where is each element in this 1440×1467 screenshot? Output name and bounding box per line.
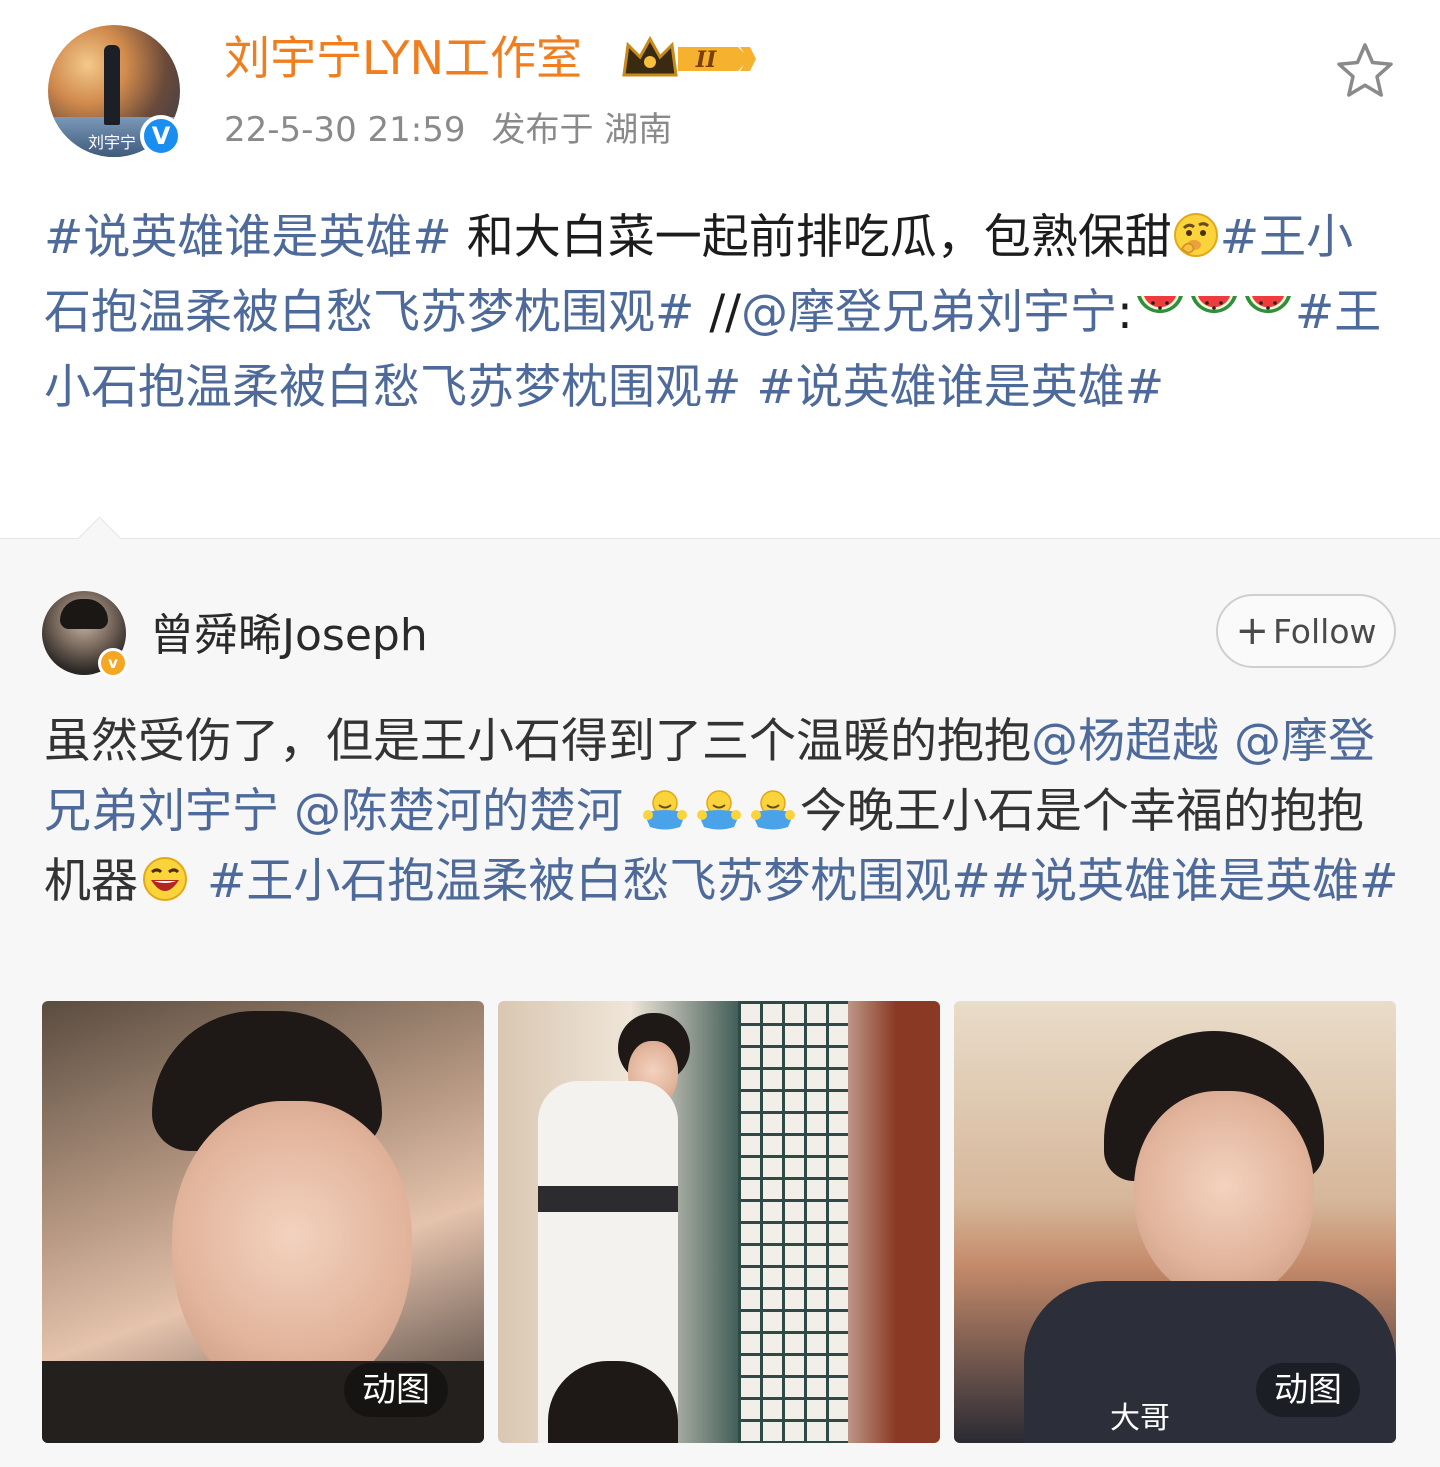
retweet-notch	[77, 516, 122, 561]
image-belt	[538, 1186, 678, 1212]
gif-thumbnail[interactable]	[498, 1001, 940, 1443]
image-robe	[1024, 1281, 1396, 1443]
plus-icon: +	[1235, 608, 1269, 654]
topic-link[interactable]: #说英雄谁是英雄#	[991, 854, 1399, 909]
post-text: #说英雄谁是英雄# 和大白菜一起前排吃瓜，包熟保甜 #王小石抱温柔被白愁飞苏梦枕…	[44, 200, 1400, 425]
avatar-hair	[60, 599, 108, 629]
follow-label: Follow	[1273, 611, 1377, 651]
image-lattice-door	[738, 1001, 848, 1443]
topic-link[interactable]: #王小石抱温柔被白愁飞苏梦枕围观#	[207, 854, 991, 909]
gif-thumbnail[interactable]: 大哥 动图	[954, 1001, 1396, 1443]
avatar-signature: 刘宇宁	[88, 133, 137, 152]
member-crown-badge-icon[interactable]: II	[620, 35, 756, 83]
retweet-text: 虽然受伤了，但是王小石得到了三个温暖的抱抱@杨超越 @摩登兄弟刘宇宁 @陈楚河的…	[44, 707, 1400, 917]
hug-emoji-icon	[696, 790, 741, 830]
author-name[interactable]: 刘宇宁LYN工作室	[224, 30, 582, 86]
post-text-segment: //	[694, 285, 742, 340]
post-location: 发布于 湖南	[491, 110, 673, 150]
retweet-card[interactable]: v 曾舜晞Joseph + Follow 虽然受伤了，但是王小石得到了三个温暖的抱…	[0, 516, 1440, 1467]
watermelon-emoji-icon	[1244, 296, 1291, 314]
post-meta: 22-5-30 21:59 发布于 湖南	[224, 107, 672, 153]
watermelon-emoji-icon	[1136, 296, 1183, 314]
mention-link[interactable]: @摩登兄弟刘宇宁	[741, 285, 1117, 340]
post-text-segment: :	[1117, 285, 1133, 340]
verified-badge-icon: V	[140, 115, 182, 157]
image-caption: 大哥	[1110, 1401, 1170, 1436]
mention-link[interactable]: @陈楚河的楚河	[294, 784, 623, 839]
topic-link[interactable]: #说英雄谁是英雄#	[756, 360, 1164, 415]
post-timestamp: 22-5-30 21:59	[224, 110, 466, 150]
hug-emoji-icon	[750, 790, 795, 830]
gif-thumbnail[interactable]: 动图	[42, 1001, 484, 1443]
post-text-segment: 和大白菜一起前排吃瓜，包熟保甜	[451, 210, 1172, 265]
topic-link[interactable]: #说英雄谁是英雄#	[44, 210, 452, 265]
gif-badge: 动图	[1256, 1363, 1360, 1417]
hug-emoji-icon	[642, 790, 687, 830]
favorite-star-icon[interactable]	[1334, 40, 1396, 102]
post-text-segment	[741, 360, 756, 415]
gold-verified-badge-icon: v	[98, 648, 128, 678]
image-face	[172, 1101, 412, 1401]
laughing-emoji-icon	[143, 857, 187, 901]
avatar-figure	[104, 45, 120, 125]
gif-badge: 动图	[344, 1363, 448, 1417]
retweet-text-segment: 虽然受伤了，但是王小石得到了三个温暖的抱抱	[44, 714, 1031, 769]
mention-link[interactable]: @杨超越	[1031, 714, 1219, 769]
watermelon-emoji-icon	[1190, 296, 1237, 314]
retweet-author-name[interactable]: 曾舜晞Joseph	[150, 609, 428, 663]
thinking-emoji-icon	[1173, 213, 1218, 257]
follow-button[interactable]: + Follow	[1216, 594, 1396, 668]
image-face	[1134, 1091, 1314, 1301]
level-badge-text: II	[695, 47, 717, 73]
